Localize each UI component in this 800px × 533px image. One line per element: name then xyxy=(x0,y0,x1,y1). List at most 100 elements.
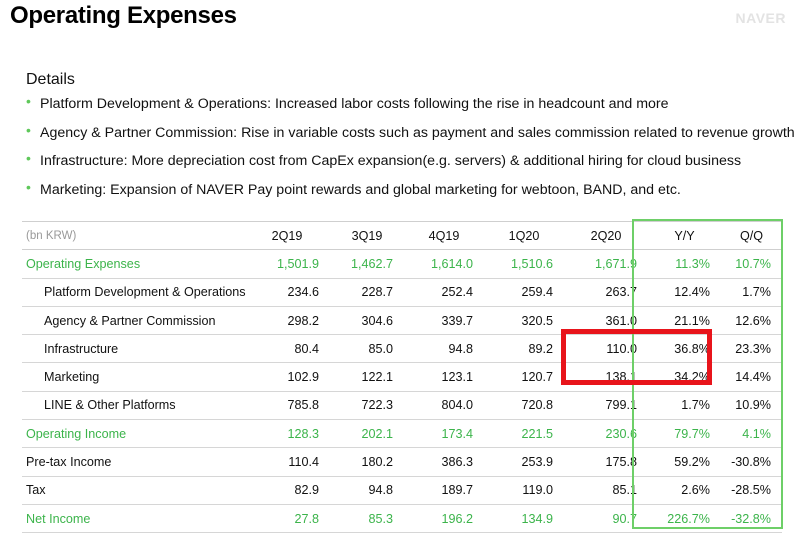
table-cell: 94.8 xyxy=(330,476,404,505)
bullet-dot-icon: • xyxy=(26,178,31,195)
table-cell: 1,510.6 xyxy=(484,249,564,279)
row-label: Operating Expenses xyxy=(22,249,244,279)
details-list: • Platform Development & Operations: Incr… xyxy=(26,93,795,210)
table-cell: 79.7% xyxy=(648,419,721,449)
table-cell: 102.9 xyxy=(244,362,330,392)
table-cell: 386.3 xyxy=(404,447,484,477)
table-cell: 720.8 xyxy=(484,391,564,421)
table-cell: 59.2% xyxy=(648,447,721,477)
table-cell: 138.1 xyxy=(564,362,648,392)
table-cell: 2.6% xyxy=(648,476,721,505)
table-cell: 89.2 xyxy=(484,334,564,364)
table-cell: 228.7 xyxy=(330,278,404,307)
detail-item-infrastructure: • Infrastructure: More depreciation cost … xyxy=(26,150,742,169)
table-cell: 10.7% xyxy=(721,249,782,279)
detail-item-agency: • Agency & Partner Commission: Rise in va… xyxy=(26,121,795,141)
table-cell: 1,671.9 xyxy=(564,249,648,279)
column-header: 3Q19 xyxy=(330,220,404,251)
table-cell: 110.0 xyxy=(564,334,648,364)
table-row: Operating Expenses 1,501.9 1,462.7 1,614.0 1… xyxy=(22,249,782,279)
table-cell: 128.3 xyxy=(244,419,330,449)
detail-item-marketing: • Marketing: Expansion of NAVER Pay point… xyxy=(26,178,681,198)
table-cell: 252.4 xyxy=(404,278,484,307)
row-label: Marketing xyxy=(22,362,244,392)
unit-label: (bn KRW) xyxy=(22,220,244,251)
bullet-dot-icon: • xyxy=(26,150,31,166)
table-cell: 1,614.0 xyxy=(404,249,484,279)
table-cell: 85.1 xyxy=(564,476,648,505)
table-cell: 253.9 xyxy=(484,447,564,477)
table-header-row: (bn KRW) 2Q19 3Q19 4Q19 1Q20 2Q20 Y/Y Q/… xyxy=(22,220,782,251)
table-cell: 202.1 xyxy=(330,419,404,449)
table-cell: 94.8 xyxy=(404,334,484,364)
table-cell: 34.2% xyxy=(648,362,721,392)
expenses-table: (bn KRW) 2Q19 3Q19 4Q19 1Q20 2Q20 Y/Y Q/… xyxy=(22,220,782,533)
table-cell: 119.0 xyxy=(484,476,564,505)
table-row: Marketing 102.9 122.1 123.1 120.7 138.1 34.2% 1… xyxy=(22,362,782,392)
table-cell: 11.3% xyxy=(648,249,721,279)
table-cell: 1,501.9 xyxy=(244,249,330,279)
table-cell: 263.7 xyxy=(564,278,648,307)
table-cell: 339.7 xyxy=(404,306,484,336)
column-header: Q/Q xyxy=(721,220,782,251)
table-cell: 804.0 xyxy=(404,391,484,421)
detail-item-platform: • Platform Development & Operations: Incr… xyxy=(26,93,669,112)
table-cell: 221.5 xyxy=(484,419,564,449)
table-row: Platform Development & Operations 234.6 22… xyxy=(22,278,782,307)
table-cell: 234.6 xyxy=(244,278,330,307)
column-header: 1Q20 xyxy=(484,220,564,251)
table-cell: 110.4 xyxy=(244,447,330,477)
table-cell: 123.1 xyxy=(404,362,484,392)
table-row: LINE & Other Platforms 785.8 722.3 804.0 720… xyxy=(22,391,782,421)
column-header: 4Q19 xyxy=(404,220,484,251)
row-label: LINE & Other Platforms xyxy=(22,391,244,421)
table-cell: 785.8 xyxy=(244,391,330,421)
table-row: Infrastructure 80.4 85.0 94.8 89.2 110.0 36.8%… xyxy=(22,334,782,364)
table-row: Net Income 27.8 85.3 196.2 134.9 90.7 226.7% -3… xyxy=(22,504,782,533)
details-heading: Details xyxy=(26,71,75,88)
table-cell: 122.1 xyxy=(330,362,404,392)
table-cell: 90.7 xyxy=(564,504,648,533)
table-cell: 1.7% xyxy=(648,391,721,421)
table-row: Tax 82.9 94.8 189.7 119.0 85.1 2.6% -28.5% xyxy=(22,476,782,505)
naver-logo: NAVER xyxy=(735,10,786,26)
table-cell: 14.4% xyxy=(721,362,782,392)
bullet-dot-icon: • xyxy=(26,93,31,109)
table-cell: 320.5 xyxy=(484,306,564,336)
column-header: Y/Y xyxy=(648,220,721,251)
table-cell: 226.7% xyxy=(648,504,721,533)
table-cell: 10.9% xyxy=(721,391,782,421)
table-cell: -30.8% xyxy=(721,447,782,477)
row-label: Tax xyxy=(22,476,244,505)
row-label: Infrastructure xyxy=(22,334,244,364)
table-cell: 189.7 xyxy=(404,476,484,505)
table-cell: 175.8 xyxy=(564,447,648,477)
bullet-dot-icon: • xyxy=(26,121,31,138)
column-header: 2Q19 xyxy=(244,220,330,251)
row-label: Operating Income xyxy=(22,419,244,449)
table-cell: 12.4% xyxy=(648,278,721,307)
row-label: Agency & Partner Commission xyxy=(22,306,244,336)
table-cell: 36.8% xyxy=(648,334,721,364)
table-cell: 196.2 xyxy=(404,504,484,533)
table-cell: 230.6 xyxy=(564,419,648,449)
table-cell: 134.9 xyxy=(484,504,564,533)
page-title: Operating Expenses xyxy=(10,2,237,29)
table-cell: 120.7 xyxy=(484,362,564,392)
table-cell: 23.3% xyxy=(721,334,782,364)
table-cell: -28.5% xyxy=(721,476,782,505)
row-label: Net Income xyxy=(22,504,244,533)
table-cell: 722.3 xyxy=(330,391,404,421)
table-cell: 85.0 xyxy=(330,334,404,364)
column-header: 2Q20 xyxy=(564,220,648,251)
table-row: Pre-tax Income 110.4 180.2 386.3 253.9 175.8 5… xyxy=(22,447,782,477)
table-cell: -32.8% xyxy=(721,504,782,533)
table-cell: 1.7% xyxy=(721,278,782,307)
table-cell: 180.2 xyxy=(330,447,404,477)
table-cell: 82.9 xyxy=(244,476,330,505)
table-cell: 259.4 xyxy=(484,278,564,307)
table-cell: 85.3 xyxy=(330,504,404,533)
table-cell: 361.0 xyxy=(564,306,648,336)
table-cell: 27.8 xyxy=(244,504,330,533)
table-cell: 21.1% xyxy=(648,306,721,336)
